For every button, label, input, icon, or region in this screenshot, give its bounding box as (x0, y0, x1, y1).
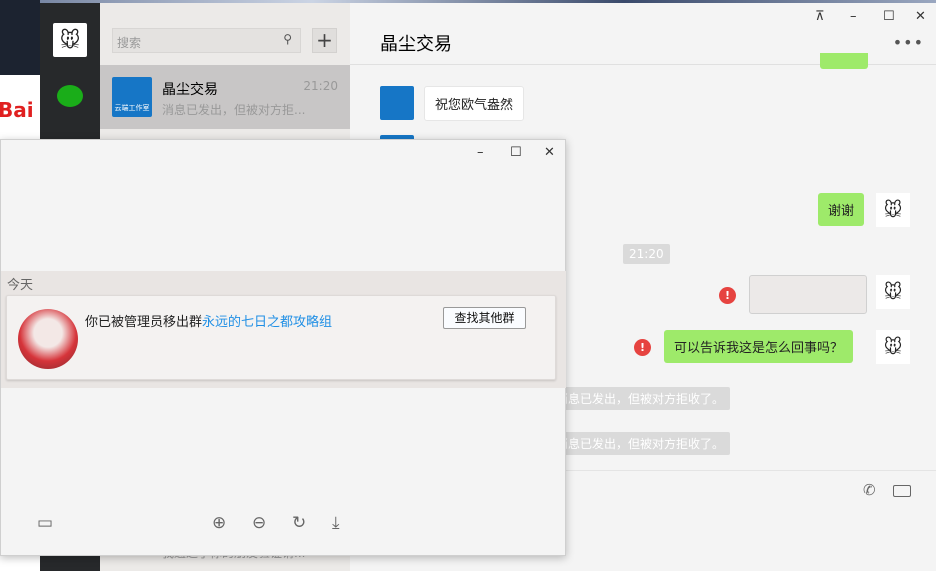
image-content: 今天 你已被管理员移出群永远的七日之都攻略组 查找其他群 (1, 271, 566, 388)
image-message[interactable] (749, 275, 867, 314)
group-link[interactable]: 永远的七日之都攻略组 (202, 315, 332, 330)
message-bubble[interactable]: 祝您欧气盎然 (424, 86, 525, 121)
thumbnails-icon[interactable]: ▭ (37, 513, 53, 533)
contact-avatar: 云端工作室 (112, 77, 152, 117)
user-avatar[interactable]: 🐭 (876, 193, 910, 227)
zoom-out-icon[interactable]: ⊖ (252, 513, 266, 533)
maximize-button[interactable]: ☐ (883, 9, 895, 24)
notice-text: 你已被管理员移出群永远的七日之都攻略组 (85, 315, 333, 330)
minimize-button[interactable]: – (850, 9, 857, 24)
chat-icon[interactable] (57, 85, 83, 107)
zoom-in-icon[interactable]: ⊕ (212, 513, 226, 533)
video-icon[interactable] (893, 485, 911, 497)
more-button[interactable]: ••• (893, 33, 924, 52)
image-viewer-window: – ☐ ✕ 今天 你已被管理员移出群永远的七日之都攻略组 查找其他群 ▭ ⊕ ⊖… (0, 139, 566, 556)
system-message: 消息已发出，但被对方拒收了。 (550, 387, 731, 410)
date-label: 今天 (7, 278, 34, 293)
group-avatar (18, 309, 78, 369)
maximize-button[interactable]: ☐ (510, 145, 522, 160)
time-label: 21:20 (623, 244, 670, 264)
close-button[interactable]: ✕ (544, 145, 555, 160)
search-input[interactable]: 搜索 ⚲ (112, 28, 301, 53)
pin-button[interactable]: ⊼ (815, 9, 825, 24)
message-bubble[interactable]: 谢谢 (818, 193, 865, 226)
user-avatar[interactable]: 🐭 (53, 23, 87, 57)
search-placeholder: 搜索 (117, 36, 142, 50)
user-avatar[interactable]: 🐭 (876, 275, 910, 309)
find-other-groups-button[interactable]: 查找其他群 (443, 307, 526, 329)
error-icon[interactable]: ! (719, 287, 736, 304)
notice-card: 你已被管理员移出群永远的七日之都攻略组 查找其他群 (6, 295, 556, 380)
chat-list-item[interactable]: 云端工作室 晶尘交易 21:20 消息已发出，但被对方拒... (100, 65, 350, 129)
phone-icon[interactable]: ✆ (863, 481, 876, 499)
close-button[interactable]: ✕ (915, 9, 926, 24)
system-message: 消息已发出，但被对方拒收了。 (550, 432, 731, 455)
minimize-button[interactable]: – (477, 145, 484, 160)
contact-name: 晶尘交易 (162, 82, 218, 98)
message-preview: 消息已发出，但被对方拒... (162, 103, 306, 117)
message-bubble[interactable]: 可以告诉我这是怎么回事吗？ (664, 330, 854, 363)
user-avatar[interactable]: 🐭 (876, 330, 910, 364)
error-icon[interactable]: ! (634, 339, 651, 356)
search-icon: ⚲ (283, 32, 292, 46)
message-time: 21:20 (303, 79, 338, 93)
rotate-icon[interactable]: ↻ (292, 513, 306, 533)
add-button[interactable]: + (312, 28, 337, 53)
message-bubble-partial (820, 53, 868, 69)
chat-title: 晶尘交易 (380, 34, 452, 55)
contact-avatar (380, 86, 414, 120)
download-icon[interactable]: ⤓ (332, 513, 340, 533)
